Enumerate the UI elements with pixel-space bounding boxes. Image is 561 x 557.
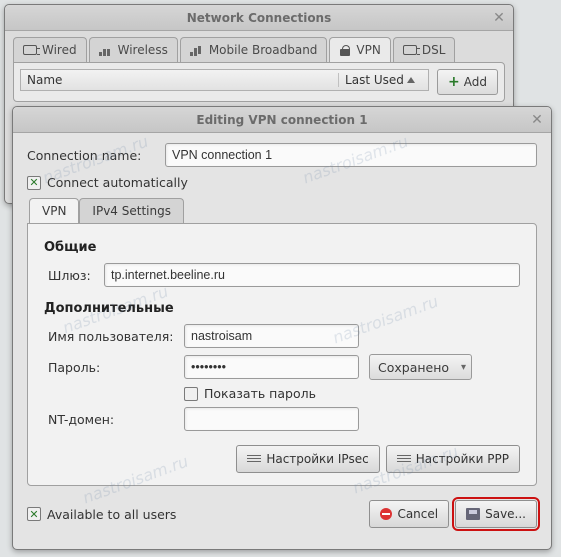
settings-icon xyxy=(397,454,411,464)
close-icon[interactable]: ✕ xyxy=(529,112,545,128)
add-button[interactable]: +Add xyxy=(437,69,498,95)
plug-icon xyxy=(403,45,417,55)
connection-name-input[interactable] xyxy=(165,143,537,167)
vpn-settings-panel: Общие Шлюз: Дополнительные Имя пользоват… xyxy=(27,223,537,486)
ipsec-settings-button[interactable]: Настройки IPsec xyxy=(236,445,379,473)
ntdomain-input[interactable] xyxy=(184,407,359,431)
ntdomain-label: NT-домен: xyxy=(44,412,184,427)
tab-dsl[interactable]: DSL xyxy=(393,37,456,62)
password-label: Пароль: xyxy=(44,360,184,375)
connection-list-header: Name Last Used xyxy=(20,69,429,91)
cancel-icon xyxy=(380,508,392,520)
connection-list-panel: Name Last Used +Add xyxy=(13,62,505,102)
checkbox-icon xyxy=(184,387,198,401)
save-icon xyxy=(466,508,480,520)
tab-vpn[interactable]: VPN xyxy=(329,37,390,62)
section-general: Общие xyxy=(44,240,520,255)
dialog-subtabs: VPN IPv4 Settings xyxy=(29,198,537,223)
cancel-button[interactable]: Cancel xyxy=(369,500,449,528)
subtab-ipv4[interactable]: IPv4 Settings xyxy=(79,198,184,223)
connection-name-label: Connection name: xyxy=(27,148,157,163)
tab-wired[interactable]: Wired xyxy=(13,37,87,62)
gateway-input[interactable] xyxy=(104,263,520,287)
col-name[interactable]: Name xyxy=(21,73,338,87)
close-icon[interactable]: ✕ xyxy=(491,10,507,26)
password-storage-select[interactable]: Сохранено xyxy=(369,354,472,380)
sort-icon xyxy=(407,77,415,83)
checkbox-icon xyxy=(27,507,41,521)
connection-type-tabs: Wired Wireless Mobile Broadband VPN DSL xyxy=(5,31,513,62)
lock-icon xyxy=(339,44,351,56)
username-input[interactable] xyxy=(184,324,359,348)
dialog-title: Editing VPN connection 1 xyxy=(35,113,529,127)
parent-titlebar: Network Connections ✕ xyxy=(5,5,513,31)
tab-mobile-broadband[interactable]: Mobile Broadband xyxy=(180,37,328,62)
subtab-vpn[interactable]: VPN xyxy=(29,198,79,223)
gateway-label: Шлюз: xyxy=(44,268,104,283)
connect-automatically-checkbox[interactable]: Connect automatically xyxy=(27,175,188,190)
password-input[interactable] xyxy=(184,355,359,379)
save-button[interactable]: Save... xyxy=(455,500,537,528)
username-label: Имя пользователя: xyxy=(44,329,184,344)
ppp-settings-button[interactable]: Настройки PPP xyxy=(386,445,520,473)
dialog-titlebar: Editing VPN connection 1 ✕ xyxy=(13,107,551,133)
plug-icon xyxy=(23,45,37,55)
tab-wireless[interactable]: Wireless xyxy=(89,37,178,62)
plus-icon: + xyxy=(448,74,460,90)
settings-icon xyxy=(247,454,261,464)
parent-title: Network Connections xyxy=(27,11,491,25)
signal-icon xyxy=(99,44,113,56)
connection-name-row: Connection name: xyxy=(27,143,537,167)
col-last-used[interactable]: Last Used xyxy=(338,73,428,87)
available-all-users-checkbox[interactable]: Available to all users xyxy=(27,507,176,522)
section-extra: Дополнительные xyxy=(44,301,520,316)
checkbox-icon xyxy=(27,176,41,190)
editing-vpn-dialog: Editing VPN connection 1 ✕ Connection na… xyxy=(12,106,552,550)
show-password-checkbox[interactable]: Показать пароль xyxy=(184,386,316,401)
signal-icon xyxy=(190,44,204,56)
